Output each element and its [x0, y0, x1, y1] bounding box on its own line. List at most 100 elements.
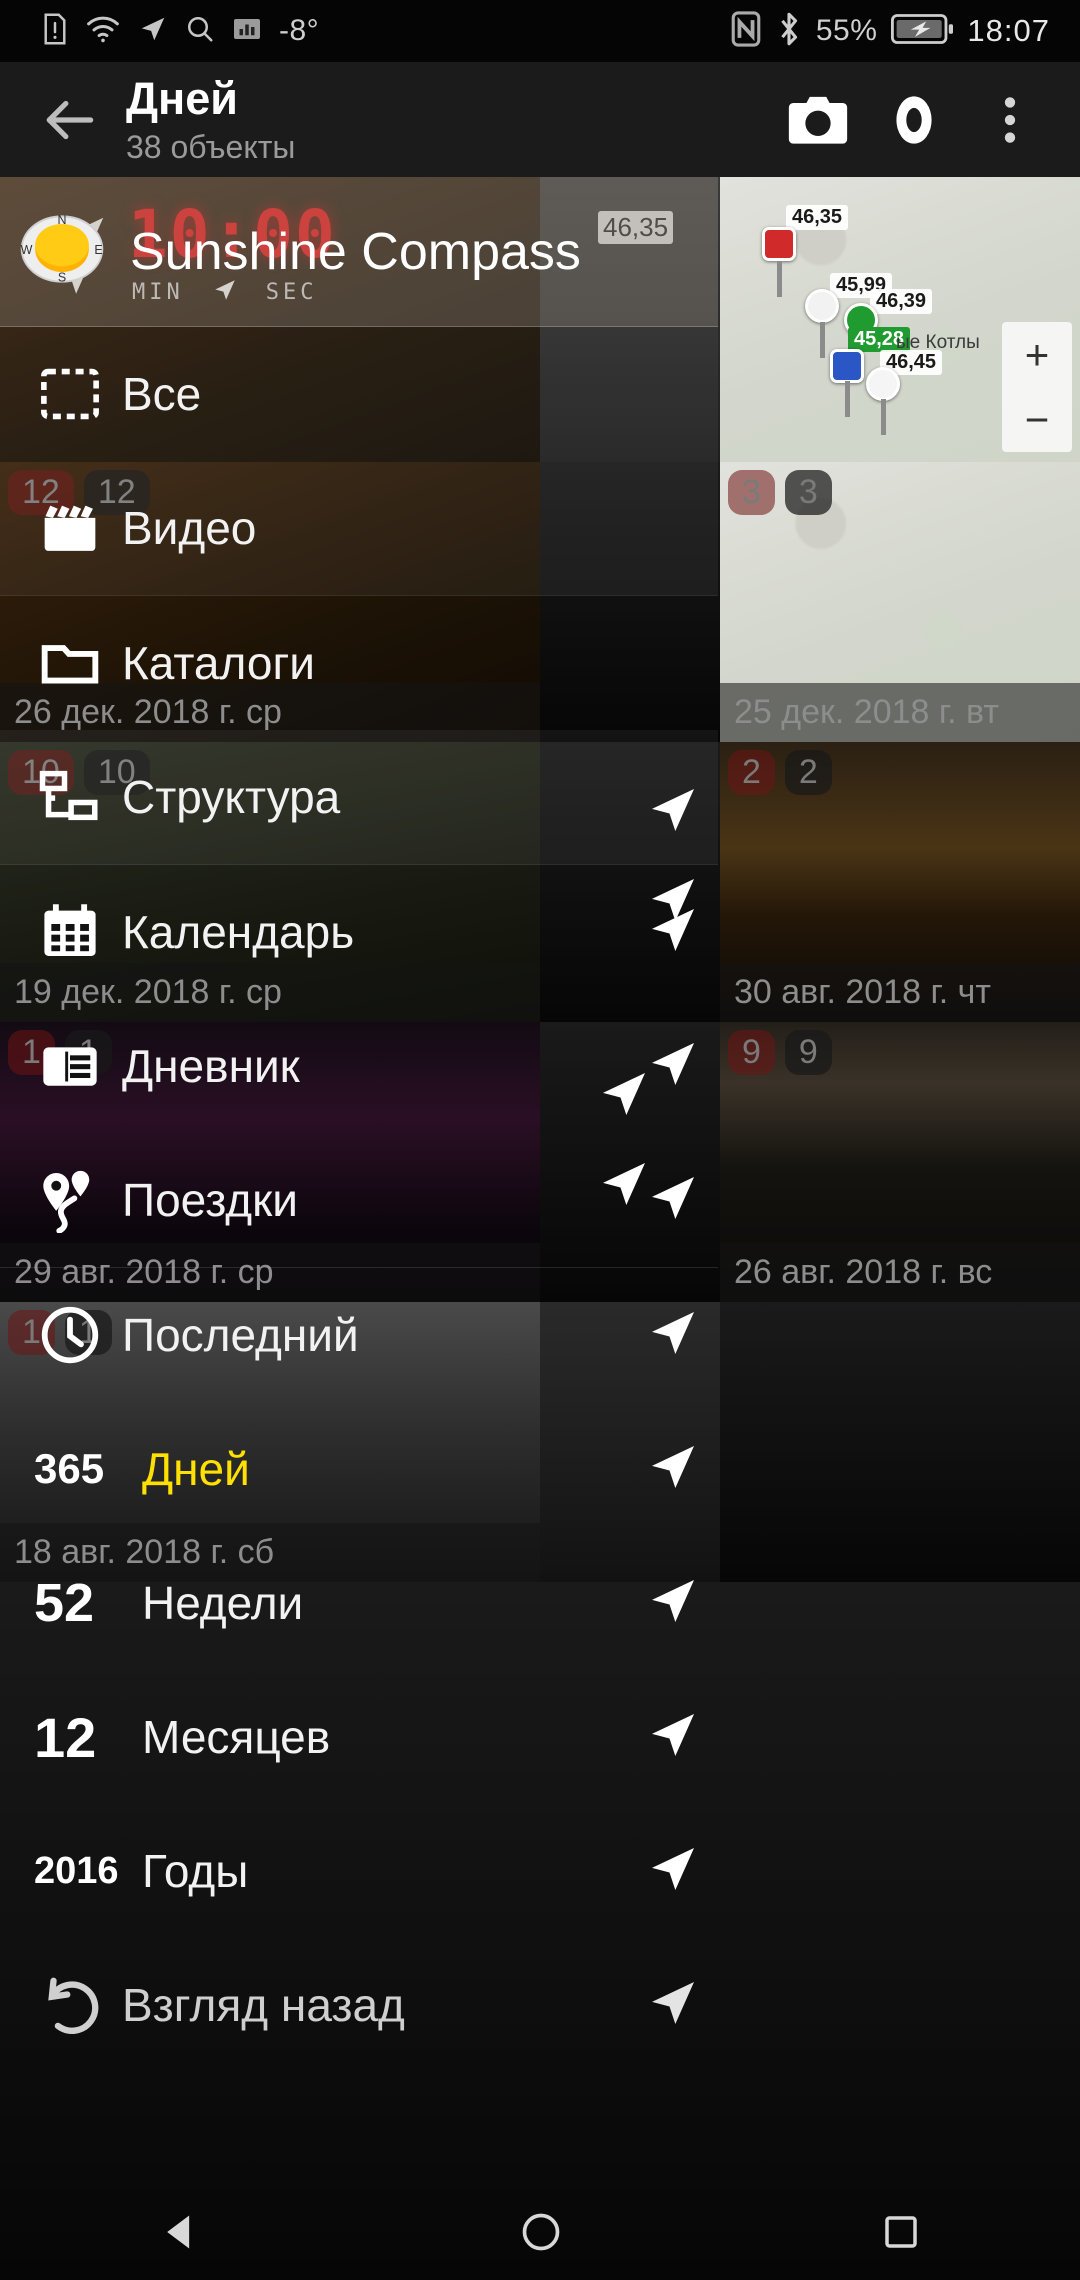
sidebar-item-label: Месяцев [142, 1711, 331, 1763]
folder-tree-icon [28, 764, 112, 830]
map-pin-stem [845, 381, 850, 417]
gallery-cell[interactable] [720, 1302, 1080, 1582]
sidebar-item-label: Календарь [122, 906, 355, 958]
geo-badge: 3 [784, 470, 832, 515]
sidebar-item-label: Все [122, 368, 202, 420]
sidebar-item-months[interactable]: 12 Месяцев [0, 1670, 718, 1804]
sidebar-item-latest[interactable]: Последний [0, 1268, 718, 1402]
sidebar-item-label: Каталоги [122, 637, 315, 689]
android-recents-button[interactable] [880, 2211, 922, 2258]
map-pins-icon [28, 1167, 112, 1233]
gallery-cell[interactable]: 9 9 26 авг. 2018 г. вс [720, 1022, 1080, 1302]
bluetooth-icon [776, 11, 802, 52]
video-clap-icon [28, 496, 112, 560]
page-title: Дней [126, 73, 238, 124]
location-arrow-icon [645, 1841, 701, 1902]
gallery-cell[interactable]: 3 3 25 дек. 2018 г. вт [720, 462, 1080, 742]
count-badge: 3 [728, 470, 775, 515]
sidebar-item-label: Последний [122, 1309, 359, 1361]
map-pin-stem [881, 399, 886, 435]
sim-alert-icon [42, 12, 68, 51]
location-arrow-icon [645, 1975, 701, 2036]
android-home-button[interactable] [519, 2210, 563, 2259]
location-arrow-icon [645, 902, 701, 963]
map-zoom-in-button[interactable]: + [1025, 333, 1050, 375]
sun-compass-icon: N S W E [14, 201, 110, 302]
sidebar-item-video[interactable]: Видео [0, 461, 718, 595]
location-arrow-icon [645, 1573, 701, 1634]
location-arrow-icon [138, 14, 168, 49]
camera-icon[interactable] [770, 72, 866, 168]
status-bar-right: 55% 18:07 [730, 10, 1080, 52]
clock-icon [28, 1302, 112, 1368]
location-arrow-icon [645, 1707, 701, 1768]
sidebar-item-look-back[interactable]: Взгляд назад [0, 1938, 718, 2072]
sidebar-item-label: Видео [122, 502, 257, 554]
location-arrow-icon [645, 1036, 701, 1097]
sidebar-item-years[interactable]: 2016 Годы [0, 1804, 718, 1938]
sidebar-item-count: 365 [34, 1445, 105, 1492]
journal-icon [28, 1034, 112, 1098]
sidebar-item-days[interactable]: 365 Дней [0, 1402, 718, 1536]
gallery-cell-map[interactable]: 46,35 45,99 46,39 45,28 ые Котлы 46,45 +… [720, 177, 1080, 462]
cell-date-label: 26 авг. 2018 г. вс [720, 1243, 1080, 1302]
sidebar-item-catalogs[interactable]: Каталоги [0, 596, 718, 730]
svg-text:E: E [94, 243, 102, 257]
sidebar-item-label: Структура [122, 771, 341, 823]
sidebar-item-journal[interactable]: Дневник [0, 999, 718, 1133]
phone-screen: 46,35 46,35 45,99 46,39 45,28 ые Котлы 4… [0, 0, 1080, 2280]
temperature-label: -8° [279, 14, 320, 47]
drawer-section: Календарь Дневник Поездки [0, 865, 718, 1268]
sidebar-item-trips[interactable]: Поездки [0, 1133, 718, 1267]
geo-badge: 9 [784, 1030, 832, 1075]
sidebar-item-label: Дневник [122, 1040, 300, 1092]
android-navigation-bar [0, 2188, 1080, 2280]
cell-badges: 9 9 [728, 1030, 832, 1075]
back-arrow-icon[interactable] [22, 72, 118, 168]
map-sign-icon [830, 349, 864, 383]
cell-date-label: 25 дек. 2018 г. вт [720, 683, 1080, 742]
calendar-icon [28, 900, 112, 964]
undo-icon [28, 1972, 112, 2038]
sidebar-item-structure[interactable]: Структура [0, 730, 718, 864]
drawer-header[interactable]: N S W E Sunshine Compass [0, 177, 718, 327]
svg-text:W: W [21, 243, 33, 257]
sidebar-item-label: Поездки [122, 1174, 298, 1226]
map-pin-stem [777, 261, 782, 297]
status-bar-left: -8° [0, 12, 730, 51]
location-arrow-icon [645, 1439, 701, 1500]
drawer-app-title: Sunshine Compass [130, 222, 581, 281]
sidebar-item-label: Дней [142, 1443, 250, 1495]
cell-badges: 3 3 [728, 470, 832, 515]
map-sign-icon [762, 227, 796, 261]
drawer-section: Каталоги Структура [0, 596, 718, 865]
sidebar-item-calendar[interactable]: Календарь [0, 865, 718, 999]
drawer-section: Все Видео [0, 327, 718, 596]
sidebar-item-weeks[interactable]: 52 Недели [0, 1536, 718, 1670]
navigation-drawer: 10:00 MIN SEC N S W E Sunshine Compass В… [0, 177, 718, 2280]
map-zoom-out-button[interactable]: − [1025, 398, 1050, 440]
select-all-icon [28, 362, 112, 426]
sidebar-item-label: Взгляд назад [122, 1979, 405, 2031]
sidebar-item-label: Недели [142, 1577, 304, 1629]
status-bar: -8° 55% 18:07 [0, 0, 1080, 62]
svg-text:S: S [58, 271, 66, 285]
android-back-button[interactable] [158, 2210, 202, 2259]
overflow-menu-icon[interactable] [962, 72, 1058, 168]
signal-bars-icon [232, 14, 262, 49]
eye-icon[interactable] [866, 72, 962, 168]
map-sign-icon [805, 289, 839, 323]
battery-percent-label: 55% [815, 14, 878, 47]
nfc-icon [730, 10, 762, 52]
map-zoom-controls[interactable]: + − [1002, 322, 1072, 452]
gallery-cell[interactable]: 2 2 30 авг. 2018 г. чт [720, 742, 1080, 1022]
folder-icon [28, 631, 112, 695]
battery-charging-icon [891, 12, 954, 51]
sidebar-item-all[interactable]: Все [0, 327, 718, 461]
map-sign-icon [866, 367, 900, 401]
page-subtitle: 38 объекты [126, 129, 296, 165]
app-bar-titles: Дней 38 объекты [126, 76, 770, 163]
geo-badge: 2 [784, 750, 832, 795]
map-pin-stem [820, 322, 825, 358]
location-arrow-icon [645, 1305, 701, 1366]
